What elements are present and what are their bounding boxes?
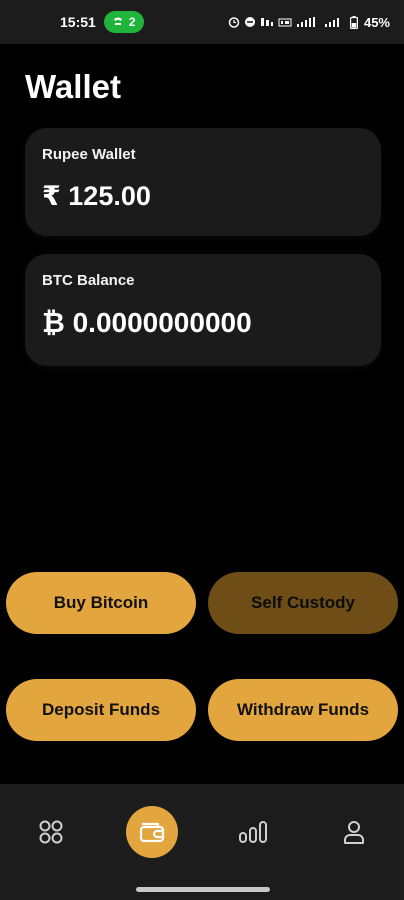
btc-balance-value: ₿ 0.0000000000 — [42, 307, 252, 338]
nav-item-wallet[interactable] — [126, 806, 178, 858]
battery-icon — [349, 15, 358, 29]
deposit-funds-button[interactable]: Deposit Funds — [6, 679, 196, 741]
home-indicator[interactable] — [136, 887, 270, 892]
status-bar: 15:51 2 45% — [0, 0, 404, 44]
rupee-wallet-card[interactable]: Rupee Wallet ₹ 125.00 — [25, 128, 381, 236]
self-custody-button[interactable]: Self Custody — [208, 572, 398, 634]
data-icon — [260, 18, 273, 26]
page-title: Wallet — [25, 68, 121, 105]
call-icon — [113, 17, 122, 25]
nav-item-stats[interactable] — [227, 806, 279, 858]
active-call-pill[interactable]: 2 — [103, 11, 144, 33]
signal-icon-2 — [324, 18, 339, 27]
rupee-wallet-label: Rupee Wallet — [42, 146, 136, 163]
volte-icon — [278, 18, 292, 27]
profile-icon — [344, 821, 364, 844]
bottom-nav — [0, 784, 404, 900]
call-count: 2 — [128, 15, 136, 29]
btc-balance-label: BTC Balance — [42, 272, 135, 289]
dnd-icon — [244, 17, 255, 27]
apps-grid-icon — [39, 820, 63, 844]
signal-icon — [296, 17, 315, 27]
buy-bitcoin-button[interactable]: Buy Bitcoin — [6, 572, 196, 634]
alarm-icon — [228, 17, 240, 28]
withdraw-funds-button[interactable]: Withdraw Funds — [208, 679, 398, 741]
status-time: 15:51 — [60, 14, 96, 30]
status-icons: 45% — [228, 15, 390, 30]
nav-item-apps[interactable] — [25, 806, 77, 858]
battery-percent: 45% — [363, 14, 390, 30]
btc-balance-card[interactable]: BTC Balance ₿ 0.0000000000 — [25, 254, 381, 366]
nav-item-profile[interactable] — [328, 806, 380, 858]
wallet-icon — [139, 822, 165, 843]
stats-icon — [239, 821, 267, 843]
rupee-wallet-balance: ₹ 125.00 — [42, 181, 151, 211]
